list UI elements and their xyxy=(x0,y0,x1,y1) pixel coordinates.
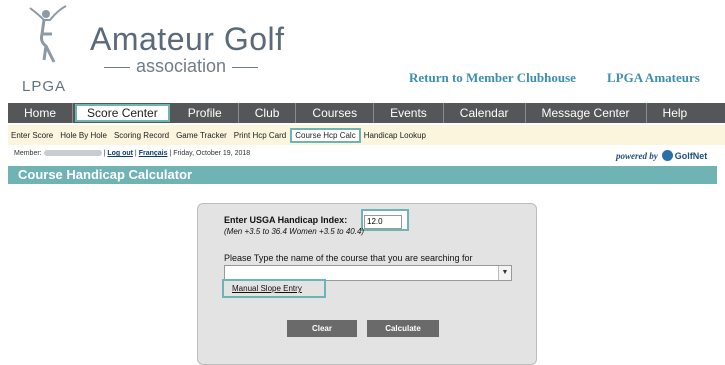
francais-link[interactable]: Français xyxy=(139,150,168,157)
golfnet-brand: GolfNet xyxy=(674,150,708,161)
nav-courses[interactable]: Courses xyxy=(296,103,375,123)
nav-events[interactable]: Events xyxy=(374,103,444,123)
separator: | xyxy=(134,150,137,157)
separator: | xyxy=(169,150,172,157)
lpga-logo-text: LPGA xyxy=(22,78,67,95)
subnav-print-hcp-card[interactable]: Print Hcp Card xyxy=(231,131,290,140)
handicap-index-input[interactable] xyxy=(364,214,402,229)
main-nav: Home Score Center Profile Club Courses E… xyxy=(8,103,725,123)
separator: | xyxy=(103,150,106,157)
nav-help[interactable]: Help xyxy=(647,103,704,123)
nav-club[interactable]: Club xyxy=(239,103,297,123)
subnav-course-hcp-calc[interactable]: Course Hcp Calc xyxy=(290,127,361,143)
subnav-hole-by-hole[interactable]: Hole By Hole xyxy=(57,131,111,140)
calculator-panel: Enter USGA Handicap Index: (Men +3.5 to … xyxy=(197,203,537,365)
lpga-amateurs-link[interactable]: LPGA Amateurs xyxy=(607,70,700,86)
page-title-bar: Course Handicap Calculator xyxy=(8,166,717,184)
member-name-redacted xyxy=(43,150,102,157)
member-line: Member: | Log out | Français | Friday, O… xyxy=(14,150,250,157)
brand-sub-text: association xyxy=(98,56,285,76)
subnav-enter-score[interactable]: Enter Score xyxy=(8,131,57,140)
return-clubhouse-link[interactable]: Return to Member Clubhouse xyxy=(409,70,576,86)
nav-score-center[interactable]: Score Center xyxy=(75,104,170,122)
powered-by: powered by GolfNet xyxy=(616,150,707,161)
chevron-down-icon[interactable]: ▼ xyxy=(498,266,511,280)
sub-nav: Enter Score Hole By Hole Scoring Record … xyxy=(8,125,725,145)
subnav-game-tracker[interactable]: Game Tracker xyxy=(173,131,231,140)
calculate-button[interactable]: Calculate xyxy=(367,320,439,337)
course-search-label: Please Type the name of the course that … xyxy=(224,253,473,263)
brand-sub-label: association xyxy=(136,56,227,76)
logout-link[interactable]: Log out xyxy=(107,150,133,157)
nav-message-center[interactable]: Message Center xyxy=(526,103,647,123)
nav-calendar[interactable]: Calendar xyxy=(444,103,526,123)
manual-slope-highlight: Manual Slope Entry xyxy=(222,279,326,298)
handicap-index-highlight xyxy=(361,209,409,231)
subnav-handicap-lookup[interactable]: Handicap Lookup xyxy=(361,131,430,140)
golfnet-globe-icon xyxy=(661,150,673,161)
current-date: Friday, October 19, 2018 xyxy=(173,150,251,157)
member-label: Member: xyxy=(14,150,42,157)
powered-by-text: powered by xyxy=(616,150,658,161)
brand-main-text: Amateur Golf xyxy=(90,21,285,57)
golfer-logo-icon xyxy=(29,5,67,63)
handicap-range-note: (Men +3.5 to 36.4 Women +3.5 to 40.4) xyxy=(224,227,365,236)
subnav-scoring-record[interactable]: Scoring Record xyxy=(111,131,173,140)
brand-wordmark: Amateur Golf association xyxy=(90,22,285,76)
handicap-index-label: Enter USGA Handicap Index: xyxy=(224,215,348,225)
clear-button[interactable]: Clear xyxy=(287,320,357,337)
site-header: Amateur Golf association LPGA Return to … xyxy=(0,0,725,100)
page-title: Course Handicap Calculator xyxy=(18,167,193,182)
nav-profile[interactable]: Profile xyxy=(172,103,239,123)
nav-home[interactable]: Home xyxy=(8,103,74,123)
manual-slope-entry-link[interactable]: Manual Slope Entry xyxy=(232,284,302,293)
